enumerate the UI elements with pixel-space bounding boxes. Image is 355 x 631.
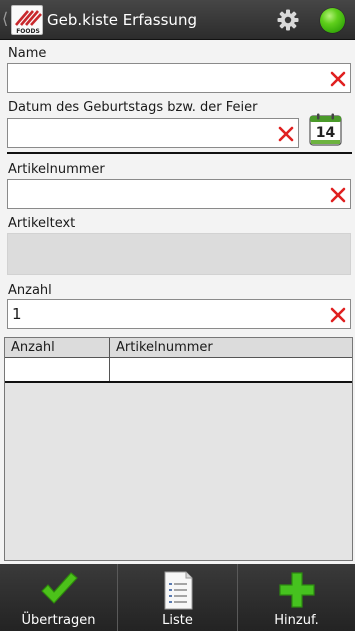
- list-label: Liste: [162, 613, 193, 628]
- anzahl-value: 1: [12, 305, 22, 323]
- title-bar: ⟨ FOODS Geb.kiste Erfassung: [0, 0, 355, 40]
- transfer-button[interactable]: Übertragen: [0, 564, 118, 631]
- article-table[interactable]: Anzahl Artikelnummer: [4, 337, 353, 561]
- artikeltext-field: [7, 233, 351, 275]
- add-button[interactable]: Hinzuf.: [238, 564, 355, 631]
- plus-icon: [276, 569, 318, 611]
- artikelnummer-label: Artikelnummer: [8, 162, 105, 177]
- chevron-left-icon[interactable]: ⟨: [2, 9, 8, 29]
- anzahl-label: Anzahl: [8, 283, 52, 298]
- column-header-anzahl[interactable]: Anzahl: [5, 338, 110, 357]
- clear-anzahl-icon[interactable]: [329, 306, 347, 324]
- svg-text:FOODS: FOODS: [16, 28, 40, 35]
- bottom-toolbar: Übertragen Liste Hinzuf.: [0, 564, 355, 631]
- clear-name-icon[interactable]: [329, 70, 347, 88]
- add-label: Hinzuf.: [274, 613, 319, 628]
- table-cell-artikelnummer: [110, 358, 352, 381]
- clear-datum-icon[interactable]: [277, 125, 295, 143]
- section-divider: [7, 152, 352, 154]
- artikelnummer-field[interactable]: [7, 179, 351, 209]
- table-row[interactable]: [5, 358, 352, 383]
- column-header-artikelnummer[interactable]: Artikelnummer: [110, 338, 352, 357]
- app-title: Geb.kiste Erfassung: [47, 11, 197, 29]
- table-header: Anzahl Artikelnummer: [5, 338, 352, 358]
- artikeltext-label: Artikeltext: [8, 216, 76, 231]
- datum-label: Datum des Geburtstags bzw. der Feier: [8, 100, 258, 115]
- list-document-icon: [157, 569, 199, 611]
- app-logo[interactable]: FOODS: [11, 5, 43, 35]
- status-indicator: [320, 8, 345, 33]
- datum-field[interactable]: [7, 118, 299, 148]
- calendar-day-text: 14: [316, 125, 336, 141]
- name-field[interactable]: [7, 63, 351, 93]
- checkmark-icon: [38, 569, 80, 611]
- gear-icon[interactable]: [277, 9, 299, 31]
- table-cell-anzahl: [5, 358, 110, 381]
- clear-artikelnummer-icon[interactable]: [329, 186, 347, 204]
- list-button[interactable]: Liste: [118, 564, 238, 631]
- calendar-icon[interactable]: 14: [309, 113, 342, 146]
- anzahl-field[interactable]: 1: [7, 299, 351, 329]
- name-label: Name: [8, 46, 47, 61]
- transfer-label: Übertragen: [21, 613, 96, 628]
